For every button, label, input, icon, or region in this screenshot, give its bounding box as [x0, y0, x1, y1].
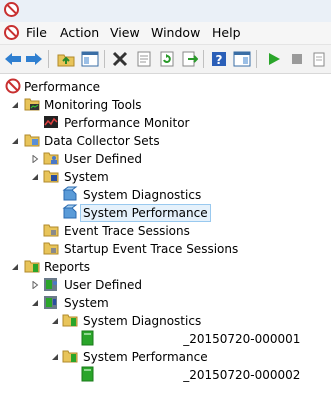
- tree-node-startup-event-trace-sessions[interactable]: Startup Event Trace Sessions: [0, 240, 331, 258]
- navigation-tree: Performance Monitoring Tools Performance…: [0, 74, 331, 393]
- collapse-arrow-icon[interactable]: [30, 298, 40, 308]
- tree-node-diagnostics-report[interactable]: XXXXXXXXXX_20150720-000001: [0, 330, 331, 348]
- data-collector-set-icon: [62, 204, 78, 220]
- tree-node-reports[interactable]: Reports: [0, 258, 331, 276]
- toolbar-separator: [203, 50, 204, 68]
- tree-label: Performance Monitor: [64, 116, 190, 130]
- toolbar-separator: [48, 50, 49, 68]
- toolbar-separator: [104, 50, 105, 68]
- tree-label: Data Collector Sets: [44, 134, 160, 148]
- up-folder-icon[interactable]: [56, 49, 76, 69]
- reports-folder-icon: [24, 258, 40, 274]
- stop-icon[interactable]: [287, 49, 307, 69]
- tree-node-performance[interactable]: Performance: [0, 78, 331, 96]
- tree-label: System Diagnostics: [83, 314, 202, 328]
- toolbar-separator: [256, 50, 257, 68]
- collapse-arrow-icon[interactable]: [10, 136, 20, 146]
- expand-arrow-icon[interactable]: [30, 154, 40, 164]
- delete-icon[interactable]: [110, 49, 130, 69]
- tree-node-data-collector-sets[interactable]: Data Collector Sets: [0, 132, 331, 150]
- tree-label: Event Trace Sessions: [64, 224, 190, 238]
- collapse-arrow-icon[interactable]: [50, 316, 60, 326]
- forward-arrow-icon[interactable]: [24, 49, 44, 69]
- menu-view[interactable]: View: [110, 25, 140, 41]
- tree-label: User Defined: [64, 152, 142, 166]
- event-trace-icon: [43, 222, 59, 238]
- export-list-icon[interactable]: [180, 49, 200, 69]
- collapse-arrow-icon[interactable]: [10, 100, 20, 110]
- help-icon[interactable]: ?: [209, 49, 229, 69]
- performance-icon: [5, 78, 21, 94]
- tree-label: System Diagnostics: [83, 188, 202, 202]
- tree-label: Startup Event Trace Sessions: [64, 242, 239, 256]
- tree-label: XXXXXXXXXX_20150720-000002: [101, 367, 300, 383]
- report-user-defined-icon: [43, 276, 59, 292]
- collapse-arrow-icon[interactable]: [30, 172, 40, 182]
- report-name: _20150720-000002: [183, 368, 301, 382]
- selected-tree-label: System Performance: [80, 204, 211, 222]
- data-collector-folder-icon: [24, 132, 40, 148]
- tree-node-dcs-system[interactable]: System: [0, 168, 331, 186]
- collapse-arrow-icon[interactable]: [50, 352, 60, 362]
- start-icon[interactable]: [264, 49, 284, 69]
- svg-text:?: ?: [216, 53, 223, 67]
- menu-help[interactable]: Help: [212, 25, 241, 41]
- tree-node-performance-report[interactable]: XXXXXXXXXX_20150720-000002: [0, 366, 331, 384]
- toolbar: ?: [0, 45, 331, 74]
- report-icon: [80, 366, 96, 382]
- folder-icon: [24, 96, 40, 112]
- back-arrow-icon[interactable]: [3, 49, 23, 69]
- menu-file[interactable]: File: [26, 25, 47, 41]
- collapse-arrow-icon[interactable]: [10, 262, 20, 272]
- tree-node-reports-system-performance[interactable]: System Performance: [0, 348, 331, 366]
- user-defined-icon: [43, 150, 59, 166]
- report-folder-icon: [62, 312, 78, 328]
- tree-label: User Defined: [64, 278, 142, 292]
- tree-node-event-trace-sessions[interactable]: Event Trace Sessions: [0, 222, 331, 240]
- tree-node-reports-system[interactable]: System: [0, 294, 331, 312]
- event-trace-icon: [43, 240, 59, 256]
- tree-node-monitoring-tools[interactable]: Monitoring Tools: [0, 96, 331, 114]
- tree-label: System Performance: [83, 350, 208, 364]
- tree-label: Performance: [24, 80, 101, 94]
- show-hide-action-pane-icon[interactable]: [232, 49, 252, 69]
- performance-monitor-icon: [43, 114, 59, 130]
- tree-label: Monitoring Tools: [44, 98, 142, 112]
- report-icon: [80, 330, 96, 346]
- tree-label: Reports: [44, 260, 91, 274]
- tree-node-performance-monitor[interactable]: Performance Monitor: [0, 114, 331, 132]
- tree-label: System: [64, 296, 109, 310]
- system-folder-icon: [43, 168, 59, 184]
- system-menu-icon[interactable]: [4, 25, 19, 40]
- report-folder-icon: [62, 348, 78, 364]
- data-collector-set-icon: [62, 186, 78, 202]
- performance-monitor-app-icon: [4, 2, 19, 17]
- tree-node-dcs-user-defined[interactable]: User Defined: [0, 150, 331, 168]
- tree-label: XXXXXXXXXX_20150720-000001: [101, 331, 300, 347]
- tree-label: System: [64, 170, 109, 184]
- show-hide-tree-icon[interactable]: [80, 49, 100, 69]
- expand-arrow-icon[interactable]: [30, 280, 40, 290]
- tree-node-reports-user-defined[interactable]: User Defined: [0, 276, 331, 294]
- menu-bar: File Action View Window Help: [0, 22, 331, 45]
- refresh-icon[interactable]: [157, 49, 177, 69]
- title-bar: [0, 0, 331, 22]
- properties-icon[interactable]: [134, 49, 154, 69]
- report-name: _20150720-000001: [183, 332, 301, 346]
- tree-node-system-performance[interactable]: System Performance: [0, 204, 331, 222]
- redacted-text: XXXXXXXXXX: [101, 367, 184, 383]
- menu-action[interactable]: Action: [60, 25, 99, 41]
- report-system-icon: [43, 294, 59, 310]
- menu-window[interactable]: Window: [151, 25, 200, 41]
- tree-node-reports-system-diagnostics[interactable]: System Diagnostics: [0, 312, 331, 330]
- new-icon[interactable]: [309, 49, 329, 69]
- redacted-text: XXXXXXXXXX: [101, 331, 184, 347]
- tree-node-system-diagnostics[interactable]: System Diagnostics: [0, 186, 331, 204]
